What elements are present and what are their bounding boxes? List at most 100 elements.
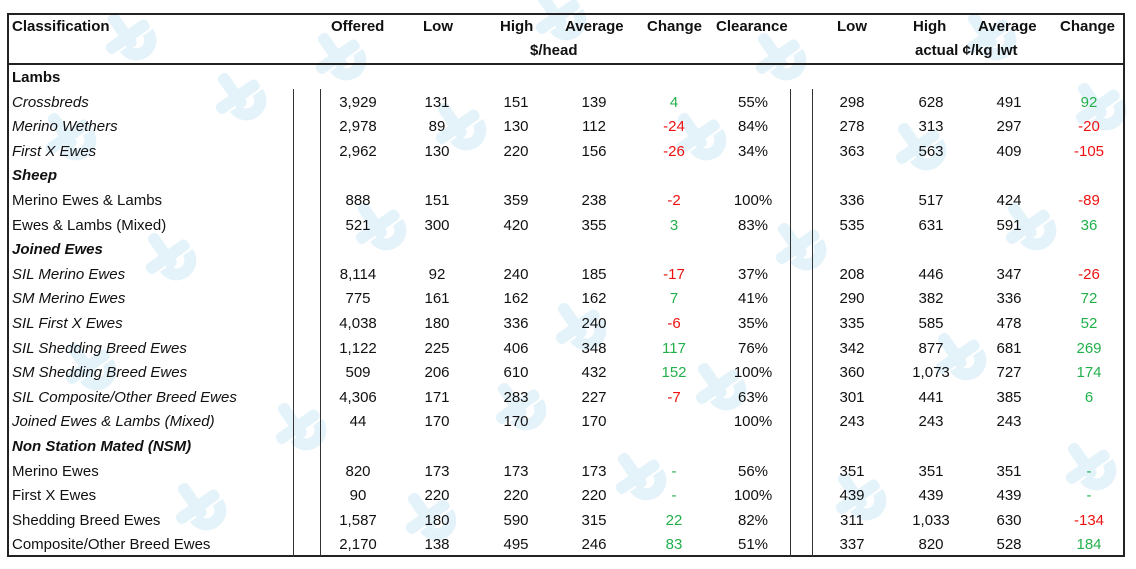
table-row: Merino Ewes & Lambs 888 151 359 238 -2 100% 336… — [9, 189, 1123, 214]
cell-chg2: 36 — [1080, 216, 1098, 234]
cell-avg2: 351 — [996, 462, 1022, 480]
header-clearance: Clearance — [716, 18, 788, 35]
cell-offered: 775 — [345, 290, 371, 308]
cell-high2: 446 — [918, 265, 944, 283]
cell-high2: 351 — [918, 462, 944, 480]
cell-low: 180 — [424, 315, 450, 332]
cell-low2: 311 — [840, 511, 864, 529]
classification-label: SM Merino Ewes — [12, 290, 126, 308]
cell-avg: 139 — [581, 93, 607, 111]
table-row: First X Ewes 2,962 130 220 156 -26 34% 363 563 40… — [9, 140, 1123, 165]
cell-low2: 243 — [839, 413, 865, 431]
table-row: Shedding Breed Ewes 1,587 180 590 315 22 82% 31… — [9, 509, 1123, 534]
cell-low2: 342 — [839, 339, 865, 357]
cell-avg2: 591 — [996, 216, 1022, 234]
cell-offered: 2,962 — [339, 142, 377, 160]
cell-high: 162 — [503, 290, 529, 308]
cell-avg: 170 — [581, 413, 607, 431]
table-row: SM Merino Ewes 775 161 162 162 7 41% 290 382 336 7… — [9, 287, 1123, 312]
cell-low: 138 — [424, 536, 450, 554]
section-label: Non Station Mated (NSM) — [12, 438, 192, 455]
table-row: Merino Ewes 820 173 173 173 - 56% 351 351 351 - — [9, 460, 1123, 485]
cell-avg2: 385 — [996, 388, 1022, 406]
section-label: Joined Ewes — [12, 241, 103, 259]
cell-high: 610 — [503, 364, 529, 382]
cell-offered: 3,929 — [339, 93, 377, 111]
cell-high: 130 — [503, 118, 529, 136]
cell-chg: 22 — [665, 511, 683, 529]
header-unit-kg: actual ¢/kg lwt — [915, 42, 1018, 59]
cell-offered: 1,122 — [339, 339, 377, 357]
cell-avg: 355 — [581, 216, 607, 234]
cell-avg: 348 — [581, 339, 607, 357]
header-average: Average — [565, 18, 624, 35]
header-high: High — [500, 18, 534, 35]
cell-clear: 56% — [737, 462, 769, 480]
cell-offered: 8,114 — [339, 265, 377, 283]
header-average-kg: Average — [978, 18, 1037, 35]
cell-offered: 509 — [345, 364, 371, 382]
cell-clear: 41% — [737, 290, 769, 308]
cell-low: 225 — [424, 339, 450, 357]
cell-avg: 432 — [581, 364, 607, 382]
cell-low: 171 — [424, 388, 450, 406]
classification-label: SIL Composite/Other Breed Ewes — [12, 388, 237, 406]
cell-low2: 278 — [839, 118, 865, 136]
cell-low2: 335 — [839, 315, 865, 332]
cell-high: 359 — [503, 192, 529, 209]
cell-chg2: -89 — [1078, 192, 1100, 209]
cell-low2: 301 — [839, 388, 865, 406]
classification-label: SIL First X Ewes — [12, 315, 123, 332]
table-row: SIL Composite/Other Breed Ewes 4,306 171 28… — [9, 386, 1123, 411]
cell-high: 336 — [503, 315, 529, 332]
header-low: Low — [423, 18, 453, 35]
cell-clear: 55% — [737, 93, 769, 111]
column-divider — [320, 89, 321, 557]
section-header-row: Lambs — [9, 66, 1123, 91]
cell-avg: 220 — [581, 487, 607, 505]
cell-clear: 100% — [733, 487, 773, 505]
cell-low: 170 — [424, 413, 450, 431]
cell-low2: 360 — [839, 364, 865, 382]
cell-avg: 246 — [581, 536, 607, 554]
cell-clear: 51% — [737, 536, 769, 554]
cell-chg: -26 — [663, 142, 685, 160]
cell-low: 89 — [428, 118, 446, 136]
section-label: Sheep — [12, 167, 58, 185]
cell-high2: 243 — [918, 413, 944, 431]
cell-chg2: 52 — [1080, 315, 1098, 332]
cell-avg2: 681 — [996, 339, 1022, 357]
section-header-row: Sheep — [9, 164, 1123, 189]
cell-high: 173 — [503, 462, 529, 480]
cell-clear: 35% — [737, 315, 769, 332]
cell-offered: 44 — [349, 413, 367, 431]
cell-chg2: 92 — [1080, 93, 1098, 111]
cell-chg2: 184 — [1076, 536, 1102, 554]
cell-high2: 439 — [918, 487, 944, 505]
cell-avg: 185 — [581, 265, 607, 283]
table-header: Classification Offered Low High Average … — [9, 15, 1123, 65]
header-low-kg: Low — [837, 18, 867, 35]
cell-avg: 173 — [581, 462, 607, 480]
cell-offered: 2,170 — [339, 536, 377, 554]
header-offered: Offered — [331, 18, 385, 35]
cell-avg2: 347 — [996, 265, 1022, 283]
cell-offered: 90 — [349, 487, 367, 505]
cell-clear: 100% — [733, 192, 773, 209]
cell-chg: 3 — [669, 216, 679, 234]
cell-high: 151 — [503, 93, 529, 111]
cell-clear: 100% — [733, 413, 773, 431]
cell-chg: - — [671, 462, 677, 480]
cell-low2: 290 — [839, 290, 865, 308]
cell-chg2: 174 — [1076, 364, 1102, 382]
table-row: SIL Merino Ewes 8,114 92 240 185 -17 37% 208 446… — [9, 263, 1123, 288]
cell-avg2: 478 — [996, 315, 1022, 332]
classification-label: Merino Ewes — [12, 462, 99, 480]
header-change: Change — [647, 18, 703, 35]
column-divider — [790, 89, 791, 557]
cell-high2: 313 — [918, 118, 944, 136]
cell-chg2: - — [1086, 487, 1092, 505]
cell-avg2: 528 — [996, 536, 1022, 554]
cell-offered: 888 — [345, 192, 371, 209]
cell-high: 170 — [503, 413, 529, 431]
